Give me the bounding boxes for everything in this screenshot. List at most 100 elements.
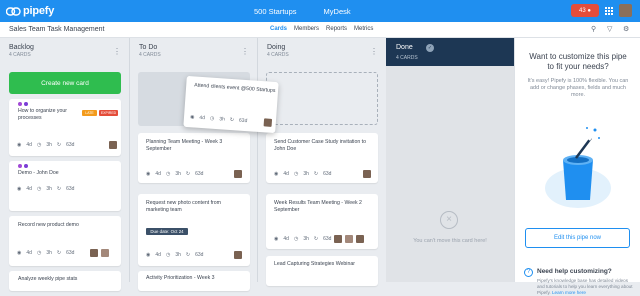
refresh-icon: ↻ [185,252,191,258]
forbidden-icon: × [440,211,458,229]
panel-text: It's easy! Pipefy is 100% flexible. You … [527,78,629,98]
filter-icon[interactable]: ▽ [607,26,614,33]
label-dot [18,102,22,106]
eye-icon: ◉ [17,250,22,256]
eye-icon: ◉ [274,236,279,242]
magic-hat-icon [545,127,611,208]
eye-icon: ◉ [189,114,195,121]
tab-metrics[interactable]: Metrics [354,26,373,32]
card-backlog-3[interactable]: Record new product demo ◉ 4d ◷ 3h ↻ 63d [9,216,121,266]
column-menu-icon[interactable]: ⋮ [241,47,249,56]
card-title: Demo - John Doe [18,170,59,176]
meta-value: 3h [175,171,181,177]
card-doing-1[interactable]: Send Customer Case Study invitation to J… [266,133,378,183]
refresh-icon: ↻ [313,171,319,177]
meta-value: 63d [238,117,248,125]
customize-panel: Want to customize this pipe to fit your … [514,38,640,295]
refresh-icon: ↻ [313,236,319,242]
bell-icon: ● [587,7,591,14]
logo[interactable]: pipefy [6,5,54,17]
card-todo-1[interactable]: Planning Team Meeting - Week 3 September… [138,133,250,183]
drop-zone [266,72,378,125]
apps-grid-icon[interactable] [605,6,613,15]
nav-500-startups[interactable]: 500 Startups [254,7,297,16]
search-icon[interactable]: ⚲ [591,26,598,33]
meta-value: 3h [46,142,52,148]
notifications-count: 43 [579,7,586,14]
create-card-button[interactable]: Create new card [9,72,121,94]
top-bar: pipefy 500 Startups MyDesk 43 ● [0,0,640,22]
card-title: Send Customer Case Study invitation to J… [274,139,366,152]
label-dot [24,164,28,168]
refresh-icon: ↻ [56,142,62,148]
clock-icon: ◷ [165,252,171,258]
gear-icon[interactable]: ⚙ [623,26,630,33]
eye-icon: ◉ [146,252,151,258]
tab-cards[interactable]: Cards [270,26,287,32]
meta-value: 3h [175,252,181,258]
dragged-card[interactable]: Attend clients event @500 Startups ◉ 4d ◷… [183,75,279,134]
tab-members[interactable]: Members [294,26,319,32]
avatar [90,249,98,257]
help-text: Pipefy's knowledge base has detailed vid… [537,278,633,296]
meta-value: 3h [303,236,309,242]
pipe-header: Sales Team Task Management Cards Members… [0,22,640,38]
column-done [386,38,514,282]
pipe-name[interactable]: Sales Team Task Management [9,26,104,33]
meta-value: 3h [303,171,309,177]
meta-value: 3h [219,116,226,123]
expired-badge: EXPIRED [99,110,118,116]
meta-value: 3h [46,250,52,256]
meta-value: 63d [66,250,75,256]
user-avatar[interactable] [619,4,632,17]
column-title: Done [396,44,413,51]
eye-icon: ◉ [17,186,22,192]
avatar [101,249,109,257]
edit-pipe-button[interactable]: Edit this pipe now [525,228,630,248]
avatar [334,235,342,243]
eye-icon: ◉ [274,171,279,177]
tab-reports[interactable]: Reports [326,26,347,32]
refresh-icon: ↻ [56,250,62,256]
column-menu-icon[interactable]: ⋮ [370,47,378,56]
notifications-badge[interactable]: 43 ● [571,4,599,17]
column-title: To Do [139,44,158,51]
meta-value: 63d [195,171,204,177]
card-backlog-4[interactable]: Analyze weekly pipe stats [9,271,121,291]
avatar [345,235,353,243]
column-menu-icon[interactable]: ⋮ [113,47,121,56]
cannot-move-message: You can't move this card here! [413,238,487,244]
meta-value: 4d [155,171,161,177]
card-todo-3[interactable]: Activity Prioritization - Week 3 [138,271,250,291]
card-todo-2[interactable]: Request new photo content from marketing… [138,194,250,266]
meta-value: 63d [66,186,75,192]
avatar [234,251,242,259]
card-title: Request new photo content from marketing… [146,200,221,213]
late-badge: LATE [82,110,97,116]
meta-value: 4d [199,114,206,122]
card-backlog-2[interactable]: Demo - John Doe ◉ 4d ◷ 3h ↻ 63d [9,161,121,211]
label-dot [24,102,28,106]
card-backlog-1[interactable]: How to organize your processes LATE EXPI… [9,99,121,156]
help-title: Need help customizing? [537,268,612,275]
card-doing-2[interactable]: Week Results Team Meeting - Week 2 Septe… [266,194,378,249]
column-title: Backlog [9,44,34,51]
check-icon: ✓ [426,44,434,52]
column-count: 4 CARDS [139,52,161,58]
refresh-icon: ↻ [185,171,191,177]
card-title: Activity Prioritization - Week 3 [146,275,215,281]
nav-mydesk[interactable]: MyDesk [324,7,351,16]
meta-value: 63d [323,171,332,177]
clock-icon: ◷ [293,236,299,242]
meta-value: 4d [283,236,289,242]
avatar [363,170,371,178]
meta-value: 4d [26,250,32,256]
clock-icon: ◷ [165,171,171,177]
meta-value: 4d [155,252,161,258]
column-count: 4 CARDS [9,52,31,58]
learn-more-link[interactable]: Learn more here [552,290,586,295]
panel-title: Want to customize this pipe to fit your … [529,52,627,71]
avatar [109,141,117,149]
clock-icon: ◷ [36,142,42,148]
meta-value: 4d [283,171,289,177]
